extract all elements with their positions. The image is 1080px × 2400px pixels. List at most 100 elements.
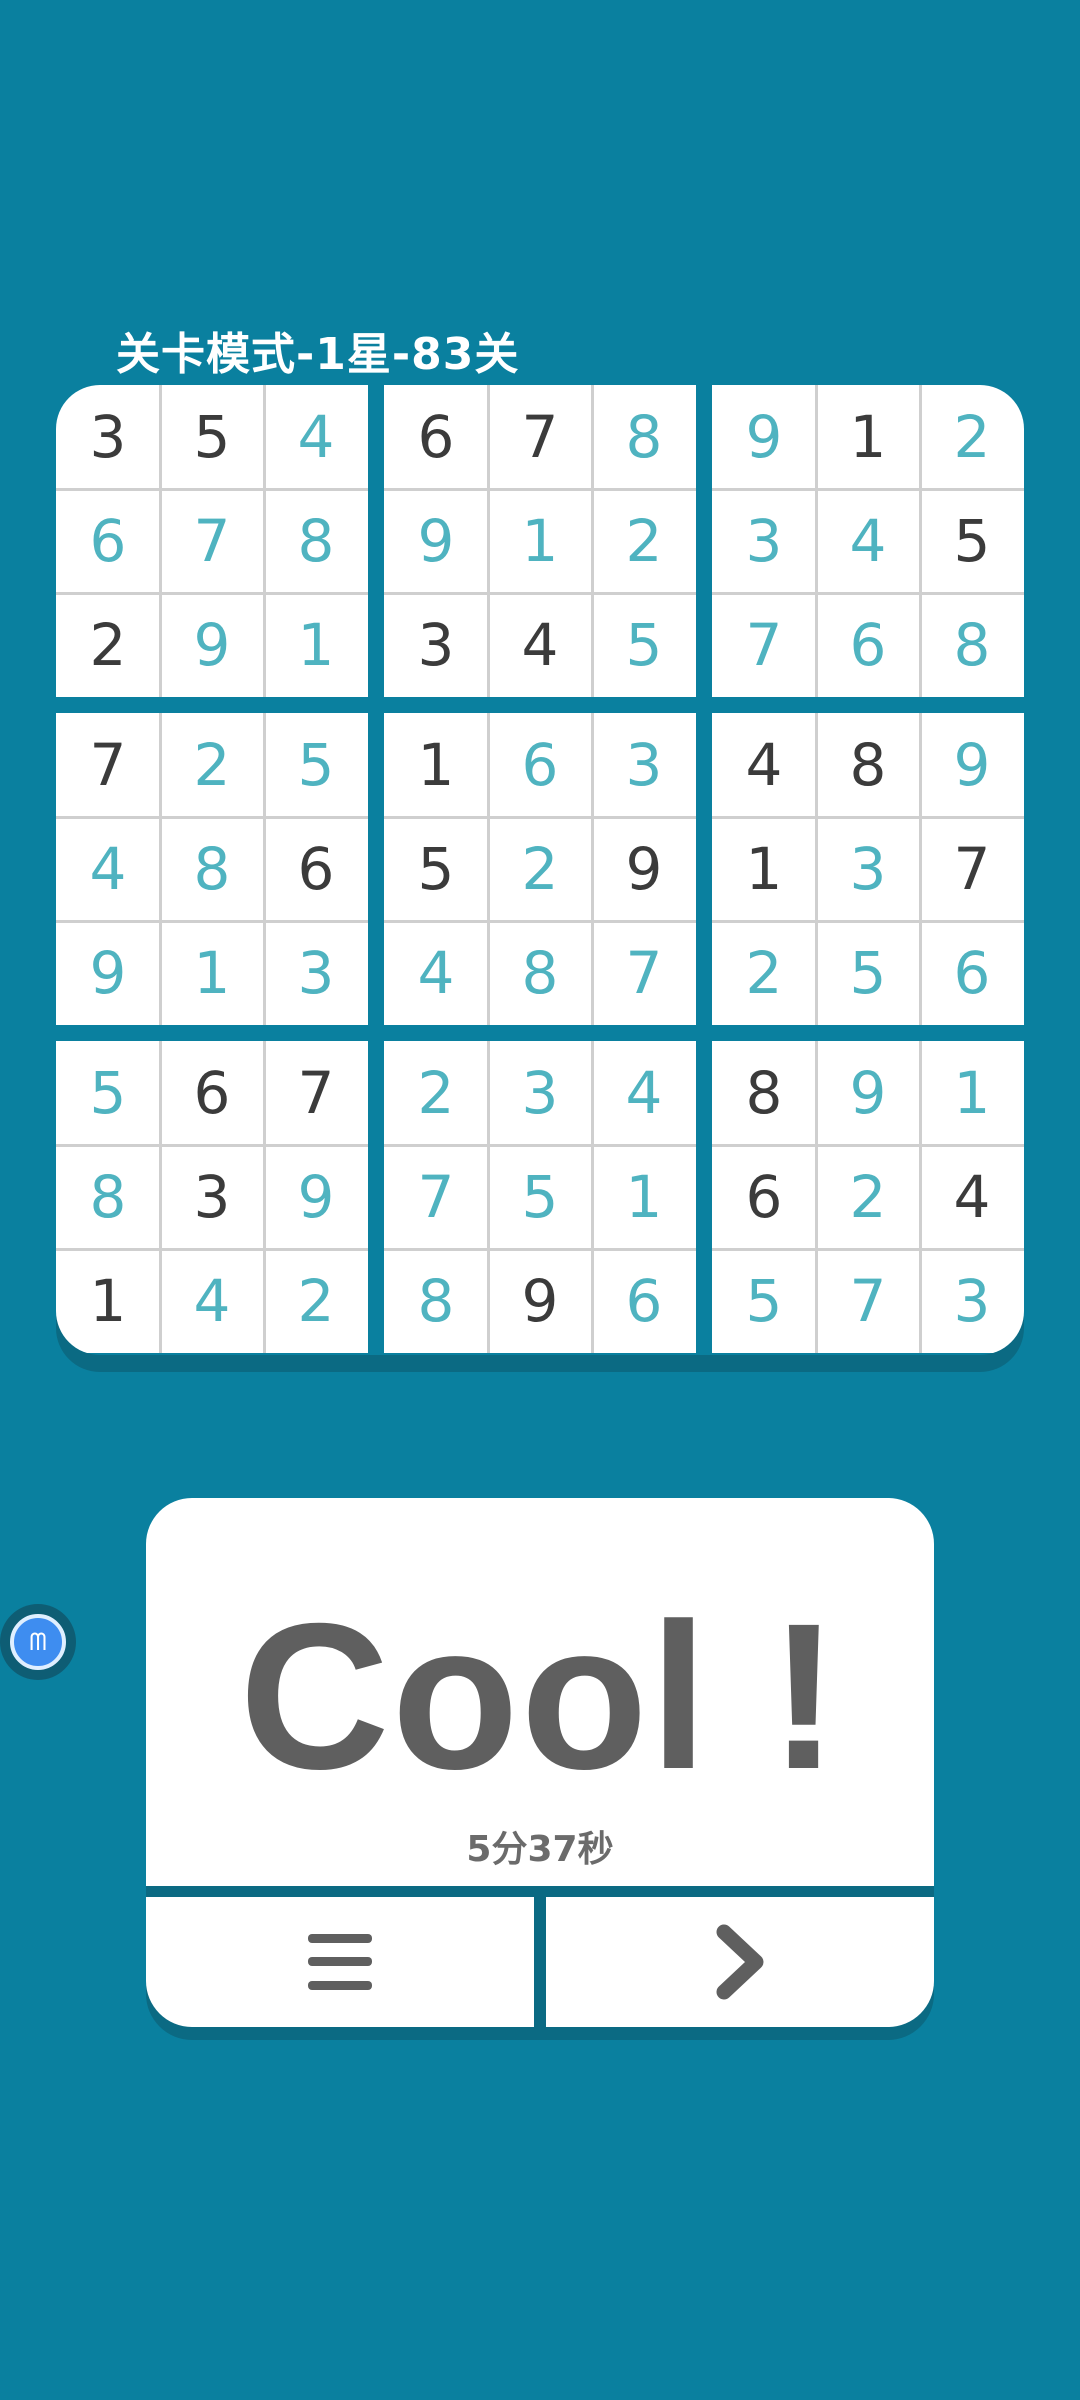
sudoku-block: 678912345 (384, 385, 696, 697)
sudoku-cell[interactable]: 5 (592, 593, 696, 697)
sudoku-cell[interactable]: 9 (712, 385, 816, 489)
sudoku-cell[interactable]: 8 (384, 1249, 488, 1353)
level-title: 关卡模式-1星-83关 (116, 329, 520, 380)
sudoku-cell[interactable]: 9 (592, 817, 696, 921)
sudoku-cell[interactable]: 2 (160, 713, 264, 817)
sudoku-block: 489137256 (712, 713, 1024, 1025)
sudoku-cell[interactable]: 7 (264, 1041, 368, 1145)
result-card: Cool ! 5分37秒 (146, 1498, 934, 1886)
sudoku-cell[interactable]: 4 (920, 1145, 1024, 1249)
sudoku-cell[interactable]: 8 (816, 713, 920, 817)
sudoku-cell[interactable]: 8 (264, 489, 368, 593)
sudoku-cell[interactable]: 7 (160, 489, 264, 593)
sudoku-block: 567839142 (56, 1041, 368, 1353)
next-level-button[interactable] (546, 1897, 934, 2027)
sudoku-cell[interactable]: 8 (712, 1041, 816, 1145)
sudoku-cell[interactable]: 1 (56, 1249, 160, 1353)
sudoku-cell[interactable]: 4 (712, 713, 816, 817)
floating-assistant-button[interactable]: ᗰ (0, 1604, 76, 1680)
sudoku-cell[interactable]: 6 (592, 1249, 696, 1353)
sudoku-cell[interactable]: 6 (160, 1041, 264, 1145)
sudoku-cell[interactable]: 4 (56, 817, 160, 921)
sudoku-cell[interactable]: 5 (384, 817, 488, 921)
sudoku-cell[interactable]: 3 (816, 817, 920, 921)
sudoku-cell[interactable]: 9 (160, 593, 264, 697)
sudoku-cell[interactable]: 1 (920, 1041, 1024, 1145)
sudoku-block: 354678291 (56, 385, 368, 697)
sudoku-block: 163529487 (384, 713, 696, 1025)
sudoku-cell[interactable]: 1 (712, 817, 816, 921)
sudoku-cell[interactable]: 1 (592, 1145, 696, 1249)
sudoku-cell[interactable]: 1 (384, 713, 488, 817)
sudoku-cell[interactable]: 6 (384, 385, 488, 489)
sudoku-cell[interactable]: 7 (712, 593, 816, 697)
sudoku-cell[interactable]: 2 (816, 1145, 920, 1249)
sudoku-cell[interactable]: 1 (264, 593, 368, 697)
sudoku-cell[interactable]: 9 (56, 921, 160, 1025)
sudoku-cell[interactable]: 2 (384, 1041, 488, 1145)
sudoku-block: 725486913 (56, 713, 368, 1025)
sudoku-cell[interactable]: 4 (160, 1249, 264, 1353)
sudoku-cell[interactable]: 8 (56, 1145, 160, 1249)
sudoku-block: 912345768 (712, 385, 1024, 697)
sudoku-cell[interactable]: 7 (920, 817, 1024, 921)
sudoku-cell[interactable]: 7 (488, 385, 592, 489)
sudoku-cell[interactable]: 6 (488, 713, 592, 817)
sudoku-cell[interactable]: 4 (488, 593, 592, 697)
sudoku-cell[interactable]: 2 (56, 593, 160, 697)
sudoku-cell[interactable]: 3 (160, 1145, 264, 1249)
sudoku-cell[interactable]: 2 (264, 1249, 368, 1353)
sudoku-cell[interactable]: 2 (920, 385, 1024, 489)
sudoku-cell[interactable]: 3 (488, 1041, 592, 1145)
sudoku-cell[interactable]: 4 (816, 489, 920, 593)
sudoku-cell[interactable]: 8 (592, 385, 696, 489)
sudoku-cell[interactable]: 7 (816, 1249, 920, 1353)
sudoku-cell[interactable]: 2 (488, 817, 592, 921)
sudoku-cell[interactable]: 7 (592, 921, 696, 1025)
completion-time: 5分37秒 (466, 1829, 614, 1870)
sudoku-block: 891624573 (712, 1041, 1024, 1353)
sudoku-cell[interactable]: 4 (592, 1041, 696, 1145)
sudoku-cell[interactable]: 5 (160, 385, 264, 489)
assistant-icon: ᗰ (10, 1614, 66, 1670)
sudoku-cell[interactable]: 6 (816, 593, 920, 697)
sudoku-cell[interactable]: 9 (816, 1041, 920, 1145)
sudoku-cell[interactable]: 6 (920, 921, 1024, 1025)
sudoku-cell[interactable]: 4 (264, 385, 368, 489)
sudoku-cell[interactable]: 4 (384, 921, 488, 1025)
sudoku-cell[interactable]: 3 (920, 1249, 1024, 1353)
chevron-right-icon (716, 1924, 764, 2000)
sudoku-cell[interactable]: 5 (816, 921, 920, 1025)
sudoku-cell[interactable]: 1 (816, 385, 920, 489)
sudoku-cell[interactable]: 9 (488, 1249, 592, 1353)
sudoku-block: 234751896 (384, 1041, 696, 1353)
sudoku-cell[interactable]: 1 (160, 921, 264, 1025)
sudoku-cell[interactable]: 9 (384, 489, 488, 593)
sudoku-cell[interactable]: 6 (264, 817, 368, 921)
result-title: Cool ! (239, 1581, 841, 1813)
sudoku-cell[interactable]: 1 (488, 489, 592, 593)
menu-icon (308, 1934, 372, 1990)
sudoku-cell[interactable]: 6 (56, 489, 160, 593)
sudoku-cell[interactable]: 5 (488, 1145, 592, 1249)
sudoku-cell[interactable]: 5 (56, 1041, 160, 1145)
sudoku-cell[interactable]: 5 (264, 713, 368, 817)
sudoku-cell[interactable]: 3 (592, 713, 696, 817)
sudoku-cell[interactable]: 9 (264, 1145, 368, 1249)
sudoku-cell[interactable]: 8 (160, 817, 264, 921)
sudoku-cell[interactable]: 3 (384, 593, 488, 697)
sudoku-cell[interactable]: 5 (712, 1249, 816, 1353)
sudoku-cell[interactable]: 3 (712, 489, 816, 593)
sudoku-cell[interactable]: 2 (712, 921, 816, 1025)
sudoku-cell[interactable]: 8 (488, 921, 592, 1025)
sudoku-cell[interactable]: 8 (920, 593, 1024, 697)
sudoku-cell[interactable]: 7 (56, 713, 160, 817)
sudoku-cell[interactable]: 6 (712, 1145, 816, 1249)
sudoku-cell[interactable]: 9 (920, 713, 1024, 817)
sudoku-cell[interactable]: 7 (384, 1145, 488, 1249)
sudoku-cell[interactable]: 5 (920, 489, 1024, 593)
sudoku-cell[interactable]: 3 (56, 385, 160, 489)
sudoku-cell[interactable]: 3 (264, 921, 368, 1025)
menu-button[interactable] (146, 1897, 534, 2027)
sudoku-cell[interactable]: 2 (592, 489, 696, 593)
